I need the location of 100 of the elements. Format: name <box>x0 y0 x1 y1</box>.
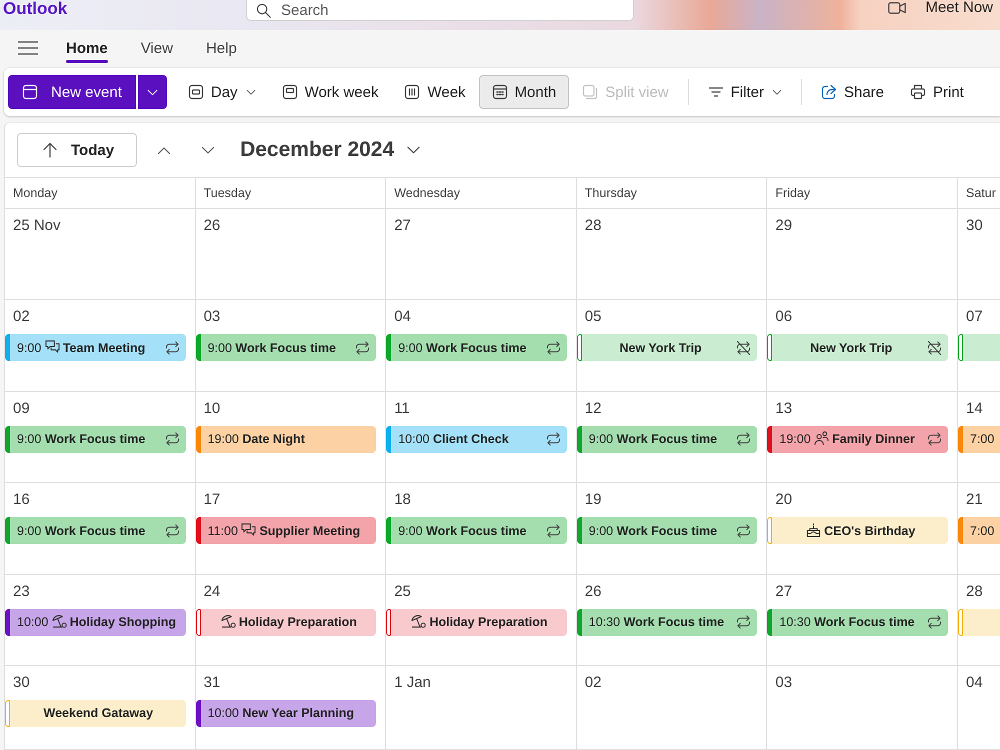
date-label: 10 <box>204 400 220 418</box>
date-label: 16 <box>13 491 30 510</box>
calendar-event[interactable]: 9:00 Work Focus time <box>386 334 567 362</box>
calendar-event[interactable]: 9:00 Work Focus time <box>576 517 758 544</box>
calendar-event[interactable]: CEO's Birthday <box>767 517 948 544</box>
caret-icon <box>146 88 158 96</box>
date-label: 03 <box>204 308 220 326</box>
week-view-icon <box>404 84 420 100</box>
month-view-button[interactable]: Month <box>478 75 570 109</box>
calendar-event[interactable]: 19:00 Date Night <box>196 426 376 453</box>
week-view-button[interactable]: Week <box>391 75 479 109</box>
date-label: 04 <box>394 308 411 326</box>
date-label: 13 <box>775 400 792 418</box>
ribbon-tab[interactable]: View <box>140 30 173 66</box>
video-camera-icon <box>888 2 906 14</box>
calendar-event[interactable]: 10:00 New Year Planning <box>196 700 376 727</box>
filter-button[interactable]: Filter <box>694 75 795 109</box>
up-arrow-icon <box>42 142 58 158</box>
calendar-event[interactable] <box>958 334 1000 362</box>
calendar-event[interactable]: 10:00 Holiday Shopping <box>5 608 186 636</box>
menu-icon[interactable] <box>18 41 38 55</box>
calendar-event[interactable]: Holiday Preparation <box>386 608 567 636</box>
calendar-event[interactable]: New York Trip <box>767 334 948 362</box>
date-label: 23 <box>13 582 30 601</box>
work-week-view-button[interactable]: Work week <box>268 75 392 109</box>
date-label: 19 <box>584 491 602 510</box>
calendar-event[interactable]: Weekend Gataway <box>5 700 186 727</box>
calendar-event[interactable]: 10:00 Client Check <box>386 426 567 453</box>
date-label: 30 <box>966 217 983 235</box>
search-icon <box>256 3 271 18</box>
date-label: 26 <box>584 582 602 601</box>
beach-umbrella-icon <box>411 614 426 628</box>
calendar-event[interactable]: 9:00 Work Focus time <box>5 426 186 453</box>
calendar-event[interactable]: 10:30 Work Focus time <box>767 608 948 636</box>
chat-icon <box>241 522 256 537</box>
calendar-event[interactable]: 7:00 <box>958 517 1000 544</box>
chevron-down-icon[interactable] <box>202 146 214 154</box>
date-label: 14 <box>966 400 983 418</box>
share-button[interactable]: Share <box>808 75 897 109</box>
calendar-event[interactable]: 19:00 Family Dinner <box>767 426 948 453</box>
date-label: 11 <box>394 400 410 418</box>
month-view-icon <box>492 84 508 100</box>
date-label: 25 <box>394 582 411 601</box>
day-view-icon <box>188 84 204 100</box>
chevron-up-icon[interactable] <box>158 146 170 154</box>
beach-umbrella-icon <box>220 614 236 628</box>
new-event-button[interactable]: New event <box>8 75 136 109</box>
meet-now-button[interactable]: Meet Now <box>888 0 993 15</box>
print-button[interactable]: Print <box>897 75 977 109</box>
calendar-event[interactable]: 9:00 Work Focus time <box>196 334 376 362</box>
date-label: 28 <box>584 217 602 235</box>
cake-icon <box>806 522 822 537</box>
calendar-event[interactable]: 9:00 Work Focus time <box>5 517 186 544</box>
date-label: 06 <box>775 308 792 326</box>
app-name: Outlook <box>2 0 68 17</box>
date-label: 27 <box>775 582 792 601</box>
date-label: 21 <box>966 491 983 510</box>
month-picker-button[interactable]: December 2024 <box>240 138 420 162</box>
weekday-label: Thursday <box>584 186 637 200</box>
calendar-event[interactable]: 9:00 Work Focus time <box>576 426 758 453</box>
weekday-label: Wednesday <box>394 186 460 200</box>
weekday-label: Tuesday <box>204 186 252 200</box>
ribbon-tab[interactable]: Home <box>66 30 108 66</box>
weekday-label: Monday <box>13 186 58 200</box>
date-label: 30 <box>13 674 30 692</box>
work-week-view-icon <box>282 84 298 100</box>
date-label: 07 <box>966 308 983 326</box>
date-label: 18 <box>394 491 411 510</box>
caret-icon <box>772 88 782 96</box>
search-field[interactable]: Search <box>246 0 634 21</box>
date-label: 26 <box>204 217 220 235</box>
weekday-label: Friday <box>775 186 810 200</box>
today-button[interactable]: Today <box>17 133 138 167</box>
calendar-event[interactable]: 10:30 Work Focus time <box>576 608 758 636</box>
calendar-icon <box>22 84 38 100</box>
calendar-event[interactable]: New York Trip <box>576 334 758 362</box>
date-label: 29 <box>775 217 792 235</box>
date-label: 17 <box>204 491 220 510</box>
split-view-icon <box>582 84 598 100</box>
date-label: 20 <box>775 491 792 510</box>
ribbon-tab[interactable]: Help <box>206 30 237 66</box>
printer-icon <box>910 84 926 100</box>
beach-umbrella-icon <box>52 614 67 628</box>
calendar-event[interactable]: 9:00 Team Meeting <box>5 334 186 362</box>
caret-icon <box>407 146 420 154</box>
chat-icon <box>44 340 60 354</box>
calendar-event[interactable]: 9:00 Work Focus time <box>386 517 567 544</box>
day-view-button[interactable]: Day <box>174 75 269 109</box>
date-label: 24 <box>204 582 220 601</box>
people-icon <box>814 431 830 446</box>
calendar-event[interactable]: 11:00 Supplier Meeting <box>196 517 376 544</box>
calendar-event[interactable]: Holiday Preparation <box>196 608 376 636</box>
date-label: 25 Nov <box>13 217 61 235</box>
date-label: 09 <box>13 400 30 418</box>
caret-icon <box>246 88 256 96</box>
date-label: 04 <box>966 674 983 692</box>
date-label: 02 <box>13 308 30 326</box>
date-label: 12 <box>584 400 602 418</box>
new-event-dropdown-button[interactable] <box>138 75 167 109</box>
calendar-event[interactable]: 7:00 <box>958 426 1000 453</box>
